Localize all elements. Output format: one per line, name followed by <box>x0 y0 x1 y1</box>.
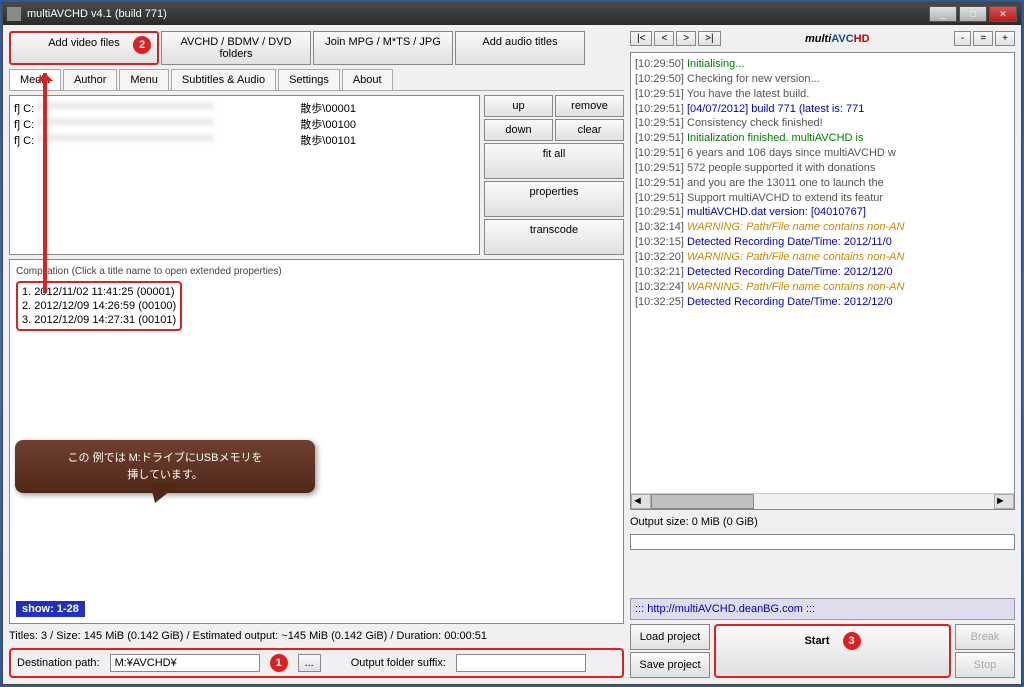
progress-bar <box>630 534 1015 550</box>
font-plus-button[interactable]: + <box>995 31 1015 46</box>
badge-2: 2 <box>133 36 151 54</box>
compilation-item[interactable]: 2. 2012/12/09 14:26:59 (00100) <box>22 299 176 313</box>
tab-about[interactable]: About <box>342 69 393 90</box>
badge-1: 1 <box>270 654 288 672</box>
file-row: f] C: xxxxxxxxxxxxxxxxxxxxxxxxxxxxxxxx 散… <box>14 132 475 148</box>
up-button[interactable]: up <box>484 95 553 117</box>
start-button[interactable]: Start 3 <box>714 624 951 678</box>
break-button[interactable]: Break <box>955 624 1015 650</box>
avchd-folders-button[interactable]: AVCHD / BDMV / DVD folders <box>161 31 311 65</box>
file-list[interactable]: f] C: xxxxxxxxxxxxxxxxxxxxxxxxxxxxxxxx 散… <box>9 95 480 255</box>
properties-button[interactable]: properties <box>484 181 624 217</box>
close-button[interactable]: ✕ <box>989 6 1017 22</box>
badge-3: 3 <box>843 632 861 650</box>
log-last-button[interactable]: >| <box>698 31 720 46</box>
start-label: Start <box>804 635 829 647</box>
window-title: multiAVCHD v4.1 (build 771) <box>27 8 929 20</box>
stop-button[interactable]: Stop <box>955 652 1015 678</box>
file-row: f] C: xxxxxxxxxxxxxxxxxxxxxxxxxxxxxxxx 散… <box>14 100 475 116</box>
font-reset-button[interactable]: = <box>973 31 993 46</box>
tab-menu[interactable]: Menu <box>119 69 169 90</box>
add-video-files-button[interactable]: Add video files 2 <box>9 31 159 65</box>
save-project-button[interactable]: Save project <box>630 652 710 678</box>
status-line: Titles: 3 / Size: 145 MiB (0.142 GiB) / … <box>9 628 624 644</box>
browse-button[interactable]: ... <box>298 654 321 672</box>
file-row: f] C: xxxxxxxxxxxxxxxxxxxxxxxxxxxxxxxx 散… <box>14 116 475 132</box>
log-prev-button[interactable]: < <box>654 31 674 46</box>
scroll-right-button[interactable]: ► <box>994 494 1014 509</box>
tab-media[interactable]: Media <box>9 69 61 90</box>
scroll-thumb[interactable] <box>651 494 754 509</box>
tab-strip: Media Author Menu Subtitles & Audio Sett… <box>9 69 624 91</box>
minimize-button[interactable]: _ <box>929 6 957 22</box>
hint-bubble: この 例では M:ドライブにUSBメモリを 挿しています。 <box>15 440 315 493</box>
tab-subtitles[interactable]: Subtitles & Audio <box>171 69 276 90</box>
annotation-arrow <box>43 73 47 293</box>
log-container[interactable]: [10:29:50] Initialising...[10:29:50] Che… <box>630 52 1015 510</box>
output-size-label: Output size: 0 MiB (0 GiB) <box>630 514 1015 530</box>
tab-author[interactable]: Author <box>63 69 117 90</box>
logo: multiAVCHD <box>723 33 952 45</box>
log-scrollbar[interactable]: ◄ ► <box>631 493 1014 509</box>
app-window: multiAVCHD v4.1 (build 771) _ □ ✕ Add vi… <box>2 2 1022 685</box>
fit-all-button[interactable]: fit all <box>484 143 624 179</box>
output-suffix-input[interactable] <box>456 654 586 672</box>
log-first-button[interactable]: |< <box>630 31 652 46</box>
title-bar[interactable]: multiAVCHD v4.1 (build 771) _ □ ✕ <box>3 3 1021 25</box>
destination-label: Destination path: <box>17 657 100 669</box>
load-project-button[interactable]: Load project <box>630 624 710 650</box>
join-mpg-button[interactable]: Join MPG / M*TS / JPG <box>313 31 453 65</box>
clear-button[interactable]: clear <box>555 119 624 141</box>
maximize-button[interactable]: □ <box>959 6 987 22</box>
scroll-left-button[interactable]: ◄ <box>631 494 651 509</box>
add-audio-button[interactable]: Add audio titles <box>455 31 585 65</box>
destination-path-input[interactable] <box>110 654 260 672</box>
compilation-panel: Compilation (Click a title name to open … <box>9 259 624 624</box>
down-button[interactable]: down <box>484 119 553 141</box>
tab-settings[interactable]: Settings <box>278 69 340 90</box>
font-minus-button[interactable]: - <box>954 31 971 46</box>
transcode-button[interactable]: transcode <box>484 219 624 255</box>
url-strip[interactable]: ::: http://multiAVCHD.deanBG.com ::: <box>630 598 1015 620</box>
compilation-item[interactable]: 3. 2012/12/09 14:27:31 (00101) <box>22 313 176 327</box>
suffix-label: Output folder suffix: <box>351 657 446 669</box>
show-strip[interactable]: show: 1-28 <box>16 601 85 617</box>
destination-area: Destination path: 1 ... Output folder su… <box>9 648 624 678</box>
remove-button[interactable]: remove <box>555 95 624 117</box>
add-video-label: Add video files <box>48 37 120 49</box>
app-icon <box>7 7 21 21</box>
compilation-legend: Compilation (Click a title name to open … <box>16 266 617 277</box>
log-next-button[interactable]: > <box>676 31 696 46</box>
